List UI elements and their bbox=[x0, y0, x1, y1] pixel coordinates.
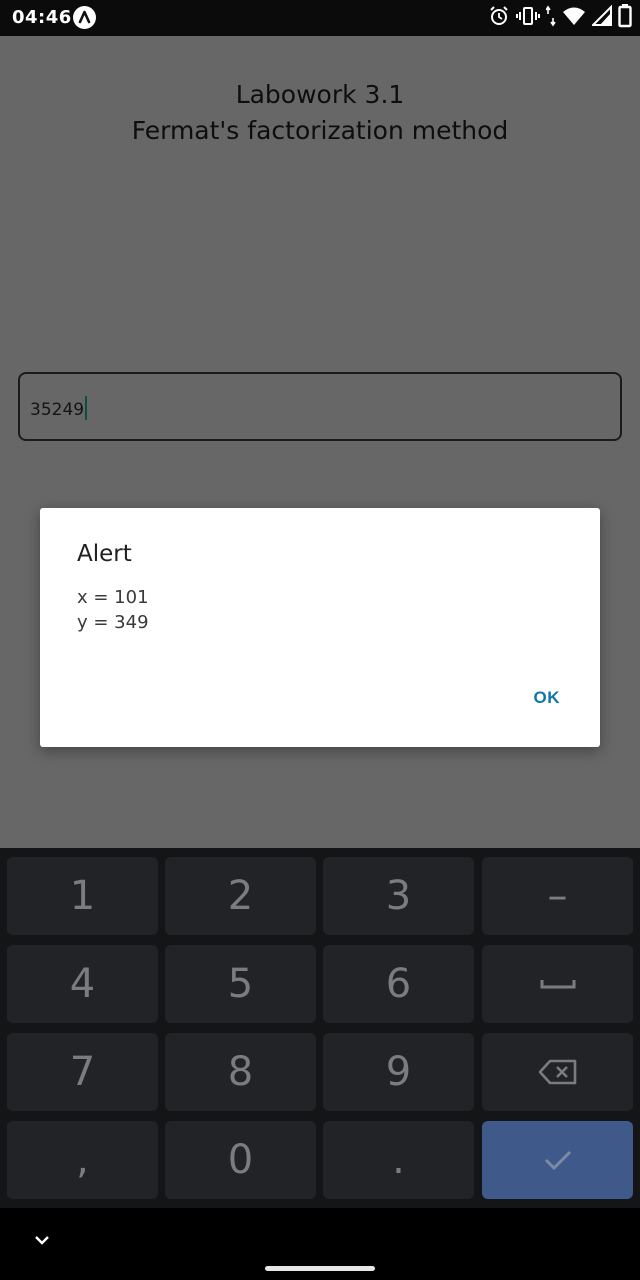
vibrate-icon bbox=[516, 5, 540, 31]
key-period[interactable]: . bbox=[323, 1121, 474, 1199]
numeric-keyboard: 1 2 3 – 4 5 6 7 8 9 , 0 . bbox=[0, 848, 640, 1208]
key-1[interactable]: 1 bbox=[7, 857, 158, 935]
backspace-icon bbox=[538, 1059, 576, 1085]
key-space[interactable] bbox=[482, 945, 633, 1023]
key-5[interactable]: 5 bbox=[165, 945, 316, 1023]
status-bar: 04:46 bbox=[0, 0, 640, 36]
key-2[interactable]: 2 bbox=[165, 857, 316, 935]
data-arrows-icon bbox=[545, 5, 556, 31]
battery-icon bbox=[618, 4, 632, 32]
number-input[interactable]: 35249 bbox=[18, 372, 622, 441]
alert-dialog: Alert x = 101 y = 349 OK bbox=[40, 508, 600, 747]
chevron-down-icon[interactable] bbox=[32, 1232, 52, 1251]
ok-button[interactable]: OK bbox=[534, 688, 561, 708]
navigation-bar bbox=[0, 1208, 640, 1280]
page-title: Labowork 3.1 bbox=[235, 80, 405, 109]
status-time: 04:46 bbox=[12, 7, 72, 28]
home-handle[interactable] bbox=[265, 1266, 375, 1271]
page-subtitle: Fermat's factorization method bbox=[131, 116, 509, 145]
key-6[interactable]: 6 bbox=[323, 945, 474, 1023]
key-minus[interactable]: – bbox=[482, 857, 633, 935]
key-comma[interactable]: , bbox=[7, 1121, 158, 1199]
key-3[interactable]: 3 bbox=[323, 857, 474, 935]
dialog-title: Alert bbox=[77, 541, 132, 567]
alarm-icon bbox=[488, 5, 510, 31]
input-value: 35249 bbox=[30, 396, 88, 420]
key-enter[interactable] bbox=[482, 1121, 633, 1199]
key-9[interactable]: 9 bbox=[323, 1033, 474, 1111]
key-backspace[interactable] bbox=[482, 1033, 633, 1111]
key-4[interactable]: 4 bbox=[7, 945, 158, 1023]
space-icon bbox=[540, 980, 575, 989]
key-8[interactable]: 8 bbox=[165, 1033, 316, 1111]
app-badge-icon bbox=[73, 6, 96, 29]
wifi-icon bbox=[562, 5, 586, 31]
signal-icon bbox=[590, 4, 612, 31]
key-7[interactable]: 7 bbox=[7, 1033, 158, 1111]
text-caret bbox=[85, 396, 88, 420]
checkmark-icon bbox=[544, 1150, 571, 1171]
dialog-message: x = 101 y = 349 bbox=[77, 587, 149, 633]
key-0[interactable]: 0 bbox=[165, 1121, 316, 1199]
